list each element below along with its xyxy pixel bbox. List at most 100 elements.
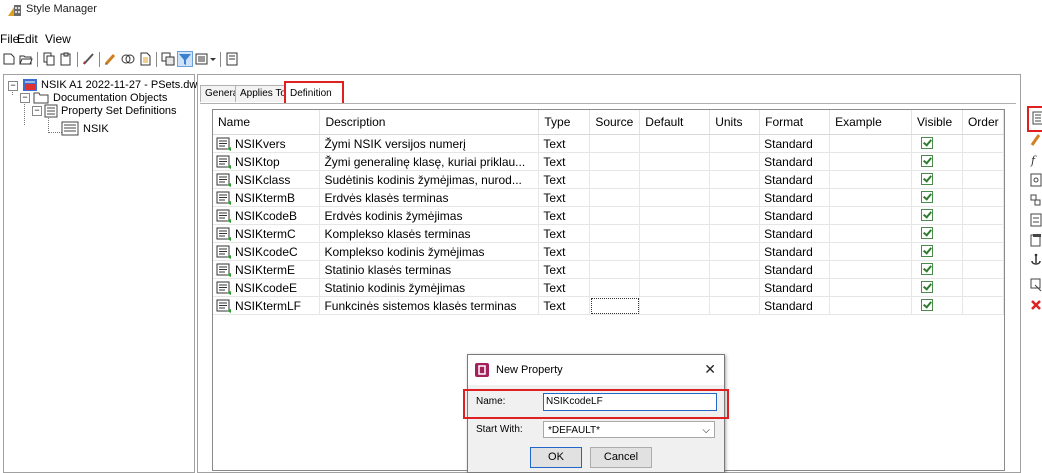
cell-units[interactable] [709, 260, 761, 279]
cell-source[interactable] [589, 278, 641, 297]
cell-example[interactable] [829, 188, 912, 207]
column-header-visible[interactable]: Visible [911, 110, 963, 135]
cell-description[interactable]: Komplekso kodinis žymėjimas [319, 242, 540, 261]
table-row[interactable]: NSIKclass Sudėtinis kodinis žymėjimas, nu… [213, 170, 1005, 189]
cell-source[interactable] [589, 170, 641, 189]
column-header-format[interactable]: Format [759, 110, 831, 135]
cell-source[interactable] [589, 224, 641, 243]
collapse-toggle[interactable]: − [8, 81, 18, 91]
cell-name[interactable]: NSIKtop [213, 152, 321, 171]
cell-order[interactable] [962, 242, 1005, 261]
cell-visible[interactable] [911, 170, 963, 189]
cell-description[interactable]: Funkcinės sistemos klasės terminas [319, 296, 540, 315]
add-property-data-icon[interactable] [1030, 278, 1042, 292]
add-graphic-property-icon[interactable] [1030, 253, 1042, 267]
cell-example[interactable] [829, 260, 912, 279]
cell-source[interactable] [589, 296, 641, 315]
copy-style-icon[interactable] [161, 52, 175, 66]
cell-type[interactable]: Text [538, 224, 591, 243]
cell-visible[interactable] [911, 296, 963, 315]
cell-type[interactable]: Text [538, 188, 591, 207]
cell-type[interactable]: Text [538, 152, 591, 171]
add-material-property-icon[interactable] [1030, 233, 1042, 247]
copy-icon[interactable] [42, 52, 56, 66]
open-icon[interactable] [19, 52, 33, 66]
cell-visible[interactable] [911, 188, 963, 207]
column-header-name[interactable]: Name [213, 110, 321, 135]
column-header-source[interactable]: Source [589, 110, 641, 135]
cell-example[interactable] [829, 296, 912, 315]
cell-description[interactable]: Žymi generalinę klasę, kuriai priklau... [319, 152, 540, 171]
menu-edit[interactable]: Edit [17, 32, 38, 46]
cell-type[interactable]: Text [538, 296, 591, 315]
ok-button[interactable]: OK [530, 447, 582, 468]
cell-example[interactable] [829, 224, 912, 243]
table-row[interactable]: NSIKtermE Statinio klasės terminas Text Sta… [213, 260, 1005, 279]
column-header-description[interactable]: Description [319, 110, 540, 135]
cell-order[interactable] [962, 260, 1005, 279]
cell-default[interactable] [639, 278, 711, 297]
tab-definition[interactable]: Definition [284, 81, 344, 104]
cell-default[interactable] [639, 260, 711, 279]
cell-order[interactable] [962, 170, 1005, 189]
visible-checkbox[interactable] [920, 298, 933, 311]
cell-description[interactable]: Erdvės klasės terminas [319, 188, 540, 207]
column-header-order[interactable]: Order [962, 110, 1005, 135]
add-property-button[interactable] [1027, 106, 1042, 132]
cell-description[interactable]: Sudėtinis kodinis žymėjimas, nurod... [319, 170, 540, 189]
cell-source[interactable] [589, 188, 641, 207]
visible-checkbox[interactable] [920, 154, 933, 167]
name-input[interactable]: NSIKcodeLF [543, 393, 717, 411]
visible-checkbox[interactable] [920, 226, 933, 239]
toggle-view-icon[interactable] [121, 52, 135, 66]
cancel-button[interactable]: Cancel [590, 447, 652, 468]
visible-checkbox[interactable] [920, 136, 933, 149]
cell-name[interactable]: NSIKtermC [213, 224, 321, 243]
cell-name[interactable]: NSIKvers [213, 134, 321, 153]
collapse-toggle[interactable]: − [20, 93, 30, 103]
visible-checkbox[interactable] [920, 280, 933, 293]
cell-type[interactable]: Text [538, 170, 591, 189]
cell-order[interactable] [962, 188, 1005, 207]
cell-units[interactable] [709, 296, 761, 315]
add-automatic-property-icon[interactable] [1030, 133, 1042, 147]
cell-units[interactable] [709, 278, 761, 297]
cell-default[interactable] [639, 188, 711, 207]
add-formula-property-icon[interactable]: f [1030, 153, 1042, 167]
cell-type[interactable]: Text [538, 260, 591, 279]
visible-checkbox[interactable] [920, 244, 933, 257]
cell-units[interactable] [709, 224, 761, 243]
cell-visible[interactable] [911, 206, 963, 225]
cell-source[interactable] [589, 134, 641, 153]
cell-description[interactable]: Žymi NSIK versijos numerį [319, 134, 540, 153]
cell-default[interactable] [639, 152, 711, 171]
table-row[interactable]: NSIKtop Žymi generalinę klasę, kuriai pri… [213, 152, 1005, 171]
paste-icon[interactable] [59, 52, 73, 66]
cell-visible[interactable] [911, 278, 963, 297]
cell-description[interactable]: Komplekso klasės terminas [319, 224, 540, 243]
cell-name[interactable]: NSIKcodeC [213, 242, 321, 261]
cell-name[interactable]: NSIKtermLF [213, 296, 321, 315]
cell-units[interactable] [709, 206, 761, 225]
document-icon[interactable] [138, 52, 152, 66]
cell-format[interactable]: Standard [759, 278, 831, 297]
cell-example[interactable] [829, 170, 912, 189]
close-icon[interactable]: ✕ [704, 361, 716, 378]
cell-source[interactable] [589, 242, 641, 261]
cell-type[interactable]: Text [538, 134, 591, 153]
cell-order[interactable] [962, 134, 1005, 153]
add-anchor-property-icon[interactable] [1030, 173, 1042, 187]
collapse-toggle[interactable]: − [32, 106, 42, 116]
cell-format[interactable]: Standard [759, 260, 831, 279]
help-icon[interactable] [225, 52, 239, 66]
cell-example[interactable] [829, 242, 912, 261]
cell-name[interactable]: NSIKcodeE [213, 278, 321, 297]
cell-example[interactable] [829, 134, 912, 153]
cell-default[interactable] [639, 170, 711, 189]
column-header-example[interactable]: Example [829, 110, 912, 135]
cell-order[interactable] [962, 152, 1005, 171]
add-classification-property-icon[interactable] [1030, 213, 1042, 227]
column-header-units[interactable]: Units [709, 110, 761, 135]
cell-visible[interactable] [911, 134, 963, 153]
cell-units[interactable] [709, 242, 761, 261]
